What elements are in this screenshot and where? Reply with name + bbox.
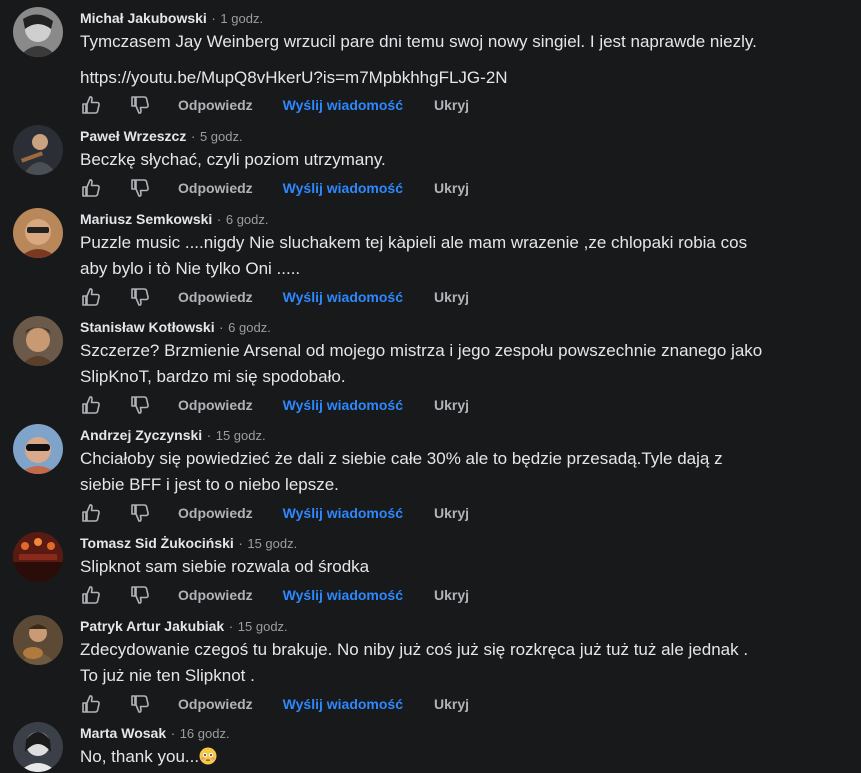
separator: · — [216, 211, 222, 227]
separator: · — [219, 319, 224, 335]
comment-text-line: Zdecydowanie czegoś tu brakuje. No niby … — [80, 640, 749, 659]
avatar[interactable] — [13, 722, 63, 772]
send-message-button[interactable]: Wyślij wiadomość — [283, 289, 403, 305]
thumbs-down-icon[interactable] — [129, 94, 151, 116]
comment-header: Patryk Artur Jakubiak · 15 godz. — [80, 615, 841, 637]
comment-actions: Odpowiedz Wyślij wiadomość Ukryj — [80, 501, 469, 525]
comment-text-line: Tymczasem Jay Weinberg wrzucil pare dni … — [80, 32, 757, 51]
author-name[interactable]: Mariusz Semkowski — [80, 211, 212, 227]
hide-button[interactable]: Ukryj — [434, 289, 469, 305]
reply-button[interactable]: Odpowiedz — [178, 289, 253, 305]
separator: · — [170, 725, 176, 741]
reply-button[interactable]: Odpowiedz — [178, 587, 253, 603]
timestamp[interactable]: 1 godz. — [220, 11, 263, 26]
send-message-button[interactable]: Wyślij wiadomość — [283, 397, 403, 413]
comment-text-line: Puzzle music ....nigdy Nie sluchakem tej… — [80, 233, 748, 252]
comment-text-line: Szczerze? Brzmienie Arsenal od mojego mi… — [80, 341, 763, 360]
comment-header: Andrzej Zyczynski · 15 godz. — [80, 424, 841, 446]
send-message-button[interactable]: Wyślij wiadomość — [283, 180, 403, 196]
timestamp[interactable]: 15 godz. — [247, 536, 297, 551]
separator: · — [190, 128, 196, 144]
comment-text-line: To już nie ten Slipknot . — [80, 666, 255, 685]
comment-text-line: Beczkę słychać, czyli poziom utrzymany. — [80, 150, 386, 169]
author-name[interactable]: Michał Jakubowski — [80, 10, 207, 26]
hide-button[interactable]: Ukryj — [434, 97, 469, 113]
separator: · — [211, 10, 216, 26]
comment-link[interactable]: https://youtu.be/MupQ8vHkerU?is=m7Mpbkhh… — [80, 65, 841, 91]
comment-header: Marta Wosak · 16 godz. — [80, 722, 841, 744]
comment-header: Michał Jakubowski · 1 godz. — [80, 7, 841, 29]
thumbs-up-icon[interactable] — [80, 584, 102, 606]
comment-list: Michał Jakubowski · 1 godz. Tymczasem Ja… — [0, 0, 861, 773]
comment-text-line: aby bylo i tò Nie tylko Oni ..... — [80, 259, 301, 278]
comment-text-line: Chciałoby się powiedzieć że dali z siebi… — [80, 449, 723, 468]
thumbs-down-icon[interactable] — [129, 502, 151, 524]
thumbs-down-icon[interactable] — [129, 584, 151, 606]
separator: · — [206, 427, 212, 443]
author-name[interactable]: Andrzej Zyczynski — [80, 427, 202, 443]
timestamp[interactable]: 6 godz. — [226, 212, 269, 227]
timestamp[interactable]: 6 godz. — [228, 320, 271, 335]
thumbs-up-icon[interactable] — [80, 177, 102, 199]
flushed-face-emoji — [199, 747, 217, 765]
comment-header: Mariusz Semkowski · 6 godz. — [80, 208, 841, 230]
avatar[interactable] — [13, 208, 63, 258]
comment-actions: Odpowiedz Wyślij wiadomość Ukryj — [80, 692, 469, 716]
thumbs-down-icon[interactable] — [129, 394, 151, 416]
thumbs-down-icon[interactable] — [129, 693, 151, 715]
send-message-button[interactable]: Wyślij wiadomość — [283, 505, 403, 521]
avatar[interactable] — [13, 615, 63, 665]
thumbs-down-icon[interactable] — [129, 286, 151, 308]
comment-text-line: siebie BFF i jest to o niebo lepsze. — [80, 475, 339, 494]
send-message-button[interactable]: Wyślij wiadomość — [283, 97, 403, 113]
author-name[interactable]: Patryk Artur Jakubiak — [80, 618, 224, 634]
timestamp[interactable]: 15 godz. — [238, 619, 288, 634]
avatar[interactable] — [13, 125, 63, 175]
comment-text-line: Slipknot sam siebie rozwala od środka — [80, 557, 370, 576]
reply-button[interactable]: Odpowiedz — [178, 397, 253, 413]
comment-text-line: No, thank you... — [80, 744, 841, 770]
comment-actions: Odpowiedz Wyślij wiadomość Ukryj — [80, 583, 469, 607]
comment-actions: Odpowiedz Wyślij wiadomość Ukryj — [80, 285, 469, 309]
timestamp[interactable]: 16 godz. — [180, 726, 230, 741]
avatar[interactable] — [13, 316, 63, 366]
hide-button[interactable]: Ukryj — [434, 180, 469, 196]
comment-text-line: SlipKnoT, bardzo mi się spodobało. — [80, 367, 346, 386]
thumbs-up-icon[interactable] — [80, 693, 102, 715]
comment-header: Tomasz Sid Żukociński · 15 godz. — [80, 532, 841, 554]
comment-header: Stanisław Kotłowski · 6 godz. — [80, 316, 841, 338]
comment-text: No, thank you... — [80, 747, 200, 766]
send-message-button[interactable]: Wyślij wiadomość — [283, 696, 403, 712]
reply-button[interactable]: Odpowiedz — [178, 97, 253, 113]
thumbs-up-icon[interactable] — [80, 502, 102, 524]
hide-button[interactable]: Ukryj — [434, 397, 469, 413]
comment-actions: Odpowiedz Wyślij wiadomość Ukryj — [80, 93, 469, 117]
thumbs-up-icon[interactable] — [80, 94, 102, 116]
timestamp[interactable]: 5 godz. — [200, 129, 243, 144]
hide-button[interactable]: Ukryj — [434, 587, 469, 603]
reply-button[interactable]: Odpowiedz — [178, 505, 253, 521]
avatar[interactable] — [13, 7, 63, 57]
thumbs-up-icon[interactable] — [80, 394, 102, 416]
separator: · — [238, 535, 243, 551]
hide-button[interactable]: Ukryj — [434, 505, 469, 521]
author-name[interactable]: Marta Wosak — [80, 725, 166, 741]
avatar[interactable] — [13, 532, 63, 582]
reply-button[interactable]: Odpowiedz — [178, 696, 253, 712]
reply-button[interactable]: Odpowiedz — [178, 180, 253, 196]
hide-button[interactable]: Ukryj — [434, 696, 469, 712]
separator: · — [228, 618, 234, 634]
comment-header: Paweł Wrzeszcz · 5 godz. — [80, 125, 841, 147]
avatar[interactable] — [13, 424, 63, 474]
thumbs-down-icon[interactable] — [129, 177, 151, 199]
comment-actions: Odpowiedz Wyślij wiadomość Ukryj — [80, 393, 469, 417]
author-name[interactable]: Paweł Wrzeszcz — [80, 128, 186, 144]
timestamp[interactable]: 15 godz. — [216, 428, 266, 443]
comment-actions: Odpowiedz Wyślij wiadomość Ukryj — [80, 176, 469, 200]
author-name[interactable]: Stanisław Kotłowski — [80, 319, 215, 335]
thumbs-up-icon[interactable] — [80, 286, 102, 308]
send-message-button[interactable]: Wyślij wiadomość — [283, 587, 403, 603]
author-name[interactable]: Tomasz Sid Żukociński — [80, 535, 234, 551]
